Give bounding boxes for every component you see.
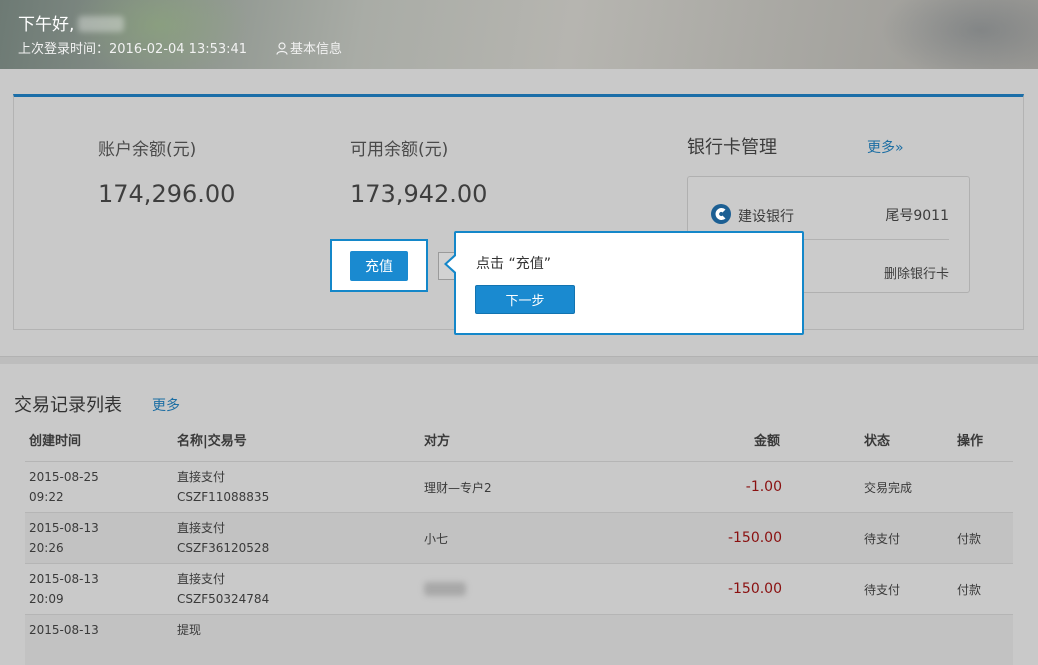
next-step-button[interactable]: 下一步	[475, 285, 575, 314]
row-txid: CSZF36120528	[177, 541, 270, 555]
pay-link[interactable]: 付款	[957, 530, 981, 548]
card-tail-number: 尾号9011	[885, 208, 949, 224]
header-banner: 下午好, 上次登录时间：2016-02-04 13:53:41 基本信息	[0, 0, 1038, 69]
tooltip-arrow-fill	[447, 255, 457, 273]
row-name: 直接支付	[177, 572, 226, 586]
transactions-title: 交易记录列表	[14, 395, 122, 416]
bank-name: 建设银行	[738, 209, 794, 225]
transactions-more-link[interactable]: 更多	[152, 395, 180, 415]
column-header-amount: 金额	[754, 434, 781, 449]
bank-more-link[interactable]: 更多»	[867, 137, 904, 157]
column-header-action: 操作	[957, 434, 984, 449]
greeting: 下午好,	[18, 10, 125, 35]
row-date: 2015-08-13	[29, 623, 99, 637]
table-row: 2015-08-25 09:22 直接支付 CSZF11088835 理财—专户…	[25, 461, 1013, 512]
row-counterparty: 小七	[424, 532, 449, 546]
blurred-counterparty	[424, 582, 466, 596]
table-row: 2015-08-13 20:26 直接支付 CSZF36120528 小七 -1…	[25, 512, 1013, 563]
row-txid: CSZF11088835	[177, 490, 270, 504]
row-time: 09:22	[29, 490, 64, 504]
row-name: 直接支付	[177, 470, 226, 484]
banner-decoration	[880, 0, 1038, 69]
recharge-highlight: 充值	[330, 239, 428, 292]
row-time: 20:09	[29, 592, 64, 606]
row-date: 2015-08-13	[29, 521, 99, 535]
basic-info-link[interactable]: 基本信息	[276, 38, 342, 57]
blurred-username	[78, 16, 125, 32]
available-balance-value: 173,942.00	[350, 180, 488, 208]
row-status: 待支付	[864, 583, 901, 597]
row-name: 直接支付	[177, 521, 226, 535]
account-balance-value: 174,296.00	[98, 180, 236, 208]
account-balance-label: 账户余额(元)	[98, 140, 197, 160]
row-status: 待支付	[864, 532, 901, 546]
row-amount: -1.00	[745, 479, 782, 495]
row-name: 提现	[177, 623, 202, 637]
column-header-status: 状态	[864, 434, 891, 449]
table-row: 2015-08-13 20:09 直接支付 CSZF50324784 -150.…	[25, 563, 1013, 614]
last-login-time: 上次登录时间：2016-02-04 13:53:41	[18, 42, 248, 57]
column-header-name-txid: 名称|交易号	[177, 434, 247, 449]
available-balance-label: 可用余额(元)	[350, 140, 449, 160]
recharge-button[interactable]: 充值	[350, 251, 408, 281]
basic-info-label: 基本信息	[290, 42, 343, 57]
column-header-created-time: 创建时间	[29, 434, 82, 449]
row-time: 20:26	[29, 541, 64, 555]
pay-link[interactable]: 付款	[957, 581, 981, 599]
row-counterparty-blurred	[424, 582, 466, 601]
tooltip-text: 点击 “充值”	[476, 256, 551, 272]
row-date: 2015-08-25	[29, 470, 99, 484]
column-header-counterparty: 对方	[424, 434, 451, 449]
bank-card-title: 银行卡管理	[687, 137, 777, 158]
row-counterparty: 理财—专户2	[424, 481, 492, 495]
row-amount: -150.00	[727, 581, 782, 597]
row-status: 交易完成	[864, 481, 913, 495]
section-divider	[0, 356, 1038, 364]
ccb-logo-icon	[711, 204, 731, 224]
table-row: 2015-08-13 提现	[25, 614, 1013, 665]
row-txid: CSZF50324784	[177, 592, 270, 606]
user-icon	[276, 42, 288, 55]
guide-tooltip: 点击 “充值” 下一步	[444, 231, 804, 335]
row-date: 2015-08-13	[29, 572, 99, 586]
delete-bank-card-link[interactable]: 删除银行卡	[884, 263, 949, 282]
row-amount: -150.00	[727, 530, 782, 546]
